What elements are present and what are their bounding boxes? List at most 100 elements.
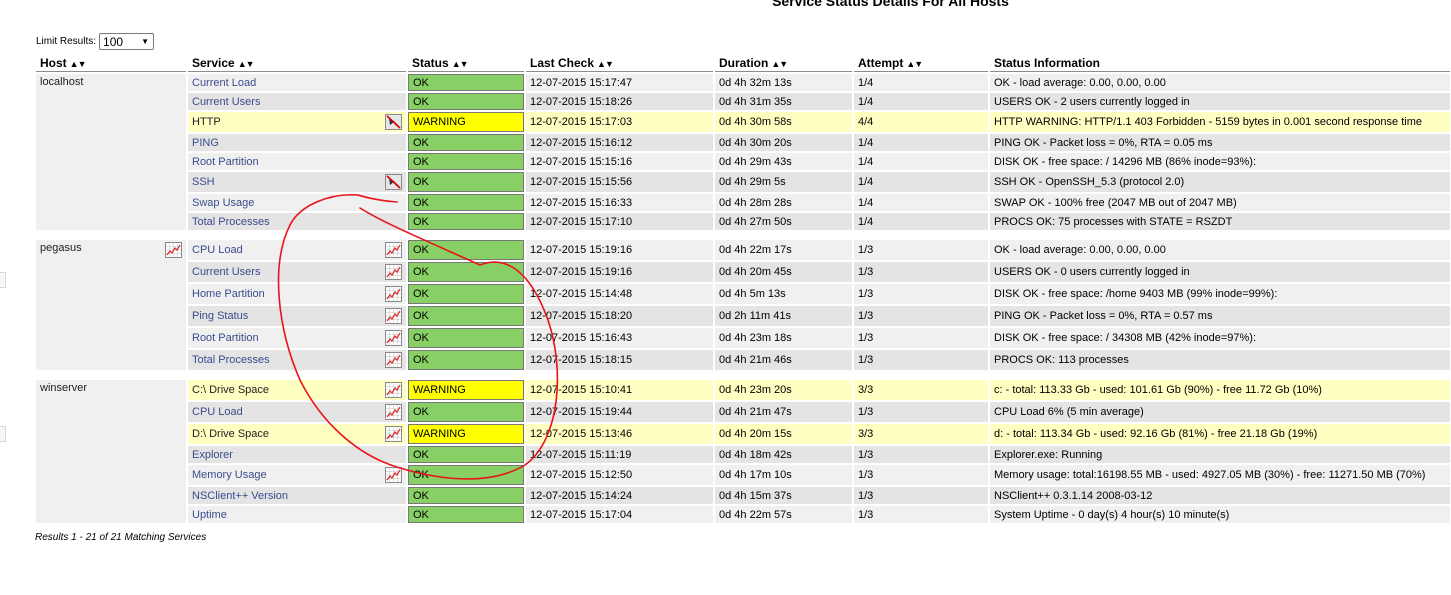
- service-name-link[interactable]: PING: [192, 137, 219, 149]
- duration-cell: 0d 4h 5m 13s: [715, 284, 852, 304]
- table-row: D:\ Drive Space WARNING 12-07-2015 15:13:4…: [36, 424, 1450, 444]
- attempt-cell: 1/3: [854, 446, 988, 463]
- status-badge: OK: [408, 134, 524, 151]
- notifications-disabled-icon[interactable]: [385, 114, 402, 130]
- host-name-link[interactable]: localhost: [40, 76, 83, 88]
- service-name-link[interactable]: Current Users: [192, 96, 260, 108]
- column-header-duration[interactable]: Duration ▲▼: [715, 55, 852, 72]
- limit-results-value: 100: [103, 34, 124, 49]
- notifications-disabled-icon[interactable]: [385, 174, 402, 190]
- attempt-cell: 1/4: [854, 93, 988, 110]
- graph-icon[interactable]: [385, 308, 402, 324]
- duration-cell: 0d 4h 20m 15s: [715, 424, 852, 444]
- service-name-link[interactable]: SSH: [192, 176, 215, 188]
- graph-icon[interactable]: [385, 426, 402, 442]
- host-name-link[interactable]: pegasus: [40, 242, 82, 254]
- graph-icon[interactable]: [385, 286, 402, 302]
- column-header-service[interactable]: Service ▲▼: [188, 55, 406, 72]
- attempt-cell: 1/4: [854, 194, 988, 211]
- column-header-attempt[interactable]: Attempt ▲▼: [854, 55, 988, 72]
- column-header-host[interactable]: Host ▲▼: [36, 55, 186, 72]
- service-cell: Explorer: [188, 446, 406, 463]
- service-name-link[interactable]: CPU Load: [192, 244, 243, 256]
- service-name-link[interactable]: Swap Usage: [192, 197, 254, 209]
- sort-arrows-icon[interactable]: ▲▼: [906, 59, 923, 69]
- status-badge: OK: [408, 213, 524, 230]
- service-cell: HTTP: [188, 112, 406, 132]
- status-badge: OK: [408, 402, 524, 422]
- duration-cell: 0d 4h 27m 50s: [715, 213, 852, 230]
- attempt-cell: 1/4: [854, 153, 988, 170]
- service-name-link[interactable]: Home Partition: [192, 288, 265, 300]
- graph-icon[interactable]: [385, 352, 402, 368]
- service-cell: Home Partition: [188, 284, 406, 304]
- service-name-link[interactable]: Explorer: [192, 449, 233, 461]
- graph-icon[interactable]: [385, 264, 402, 280]
- sort-arrows-icon[interactable]: ▲▼: [771, 59, 788, 69]
- status-information-cell: OK - load average: 0.00, 0.00, 0.00: [990, 240, 1450, 260]
- service-name-link[interactable]: NSClient++ Version: [192, 490, 288, 502]
- last-check-cell: 12-07-2015 15:18:15: [526, 350, 713, 370]
- edge-tab[interactable]: [0, 272, 6, 288]
- last-check-cell: 12-07-2015 15:16:43: [526, 328, 713, 348]
- attempt-cell: 1/3: [854, 465, 988, 485]
- sort-arrows-icon[interactable]: ▲▼: [238, 59, 255, 69]
- service-cell: Memory Usage: [188, 465, 406, 485]
- status-badge: OK: [408, 506, 524, 523]
- limit-results-select[interactable]: 100 ▼: [99, 33, 155, 50]
- service-name-link[interactable]: Root Partition: [192, 332, 259, 344]
- service-name-link[interactable]: Root Partition: [192, 156, 259, 168]
- duration-cell: 0d 4h 22m 17s: [715, 240, 852, 260]
- duration-cell: 0d 2h 11m 41s: [715, 306, 852, 326]
- service-name-link[interactable]: C:\ Drive Space: [192, 384, 269, 396]
- status-badge: OK: [408, 487, 524, 504]
- duration-cell: 0d 4h 18m 42s: [715, 446, 852, 463]
- status-information-cell: NSClient++ 0.3.1.14 2008-03-12: [990, 487, 1450, 504]
- host-separator: [36, 372, 1450, 378]
- table-row: CPU Load OK 12-07-2015 15:19:44 0d 4h 21m 4…: [36, 402, 1450, 422]
- graph-icon[interactable]: [385, 242, 402, 258]
- status-badge: OK: [408, 262, 524, 282]
- duration-cell: 0d 4h 21m 46s: [715, 350, 852, 370]
- host-name-link[interactable]: winserver: [40, 382, 87, 394]
- service-name-link[interactable]: Memory Usage: [192, 469, 267, 481]
- service-name-link[interactable]: Current Load: [192, 77, 256, 89]
- last-check-cell: 12-07-2015 15:15:56: [526, 172, 713, 192]
- graph-icon[interactable]: [385, 382, 402, 398]
- attempt-cell: 1/4: [854, 134, 988, 151]
- duration-cell: 0d 4h 29m 43s: [715, 153, 852, 170]
- table-row: winserver C:\ Drive Space WARNING 12-07-201…: [36, 380, 1450, 523]
- status-information-cell: Explorer.exe: Running: [990, 446, 1450, 463]
- duration-cell: 0d 4h 23m 18s: [715, 328, 852, 348]
- column-header-status[interactable]: Status ▲▼: [408, 55, 524, 72]
- service-name-link[interactable]: Ping Status: [192, 310, 248, 322]
- duration-cell: 0d 4h 20m 45s: [715, 262, 852, 282]
- sort-arrows-icon[interactable]: ▲▼: [597, 59, 614, 69]
- attempt-cell: 1/3: [854, 350, 988, 370]
- table-row: SSH OK 12-07-2015 15:15:56 0d 4h 29m 5s 1/4 S…: [36, 172, 1450, 192]
- service-name-link[interactable]: Current Users: [192, 266, 260, 278]
- status-badge: OK: [408, 172, 524, 192]
- status-badge: OK: [408, 465, 524, 485]
- service-name-link[interactable]: Total Processes: [192, 354, 270, 366]
- service-name-link[interactable]: CPU Load: [192, 406, 243, 418]
- sort-arrows-icon[interactable]: ▲▼: [70, 59, 87, 69]
- results-summary: Results 1 - 21 of 21 Matching Services: [35, 532, 207, 543]
- graph-icon[interactable]: [385, 330, 402, 346]
- service-name-link[interactable]: Uptime: [192, 509, 227, 521]
- sort-arrows-icon[interactable]: ▲▼: [452, 59, 469, 69]
- column-header-last-check[interactable]: Last Check ▲▼: [526, 55, 713, 72]
- status-badge: OK: [408, 240, 524, 260]
- status-badge: WARNING: [408, 380, 524, 400]
- graph-icon[interactable]: [385, 467, 402, 483]
- edge-tab[interactable]: [0, 426, 6, 442]
- service-cell: Total Processes: [188, 350, 406, 370]
- graph-icon[interactable]: [385, 404, 402, 420]
- status-information-cell: HTTP WARNING: HTTP/1.1 403 Forbidden - 5…: [990, 112, 1450, 132]
- status-information-cell: Memory usage: total:16198.55 MB - used: …: [990, 465, 1450, 485]
- service-name-link[interactable]: D:\ Drive Space: [192, 428, 269, 440]
- graph-icon[interactable]: [165, 242, 182, 258]
- service-name-link[interactable]: Total Processes: [192, 216, 270, 228]
- status-information-cell: USERS OK - 0 users currently logged in: [990, 262, 1450, 282]
- service-name-link[interactable]: HTTP: [192, 116, 221, 128]
